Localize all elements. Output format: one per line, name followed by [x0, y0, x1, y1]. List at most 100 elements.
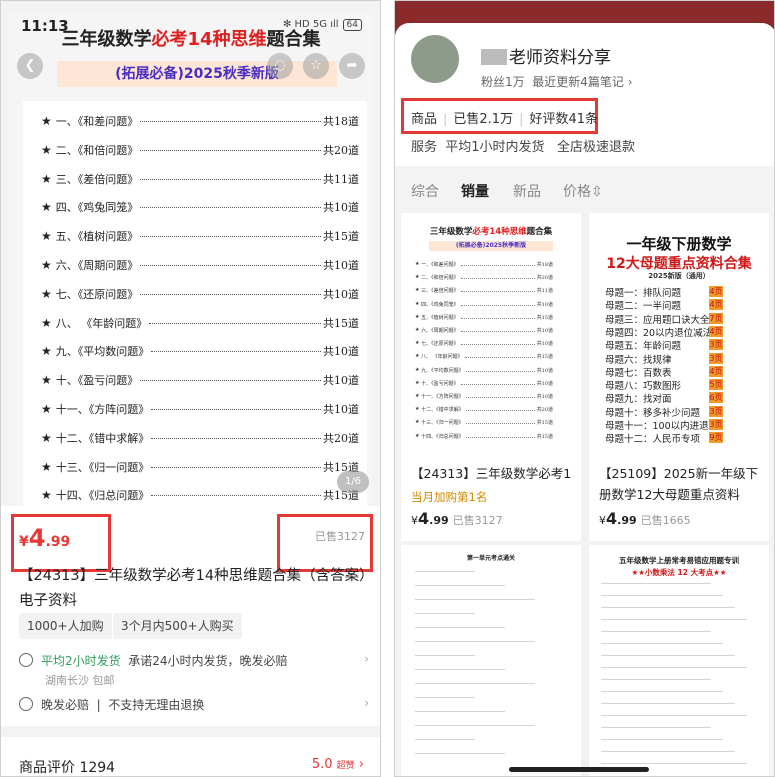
- worksheet-line: [415, 585, 505, 586]
- back-button[interactable]: ❮: [17, 53, 43, 79]
- cart-button[interactable]: ◌: [267, 53, 293, 79]
- card-thumbnail: 第一单元考点通关: [401, 545, 581, 776]
- mini-toc-row: ★ 一、《和差问题》 共18道: [415, 261, 553, 268]
- status-bar: 11:13 ✻ HD 5G ıll 64: [1, 1, 380, 49]
- shop-avatar[interactable]: [411, 35, 459, 83]
- card-thumbnail: 一年级下册数学 12大母题重点资料合集 2025新版（通用） 母题一：排队问题 4…: [589, 213, 769, 453]
- product-detail-screen: 三年级数学必考14种思维题合集 (拓展必备)2025秋季新版 ★ 一、《和差问题》…: [0, 0, 381, 777]
- worksheet-line: [415, 683, 535, 684]
- mini-toc-row: ★ 四、《鸡兔同笼》 共10道: [415, 300, 553, 308]
- shop-fans[interactable]: 粉丝1万 最近更新4篇笔记 ›: [481, 73, 633, 90]
- favorite-button[interactable]: ☆: [303, 53, 329, 79]
- page-count-tag: 4页: [709, 325, 723, 337]
- worksheet-line: [415, 641, 535, 642]
- mini-toc-row: ★ 十四、《归总问题》 共15道: [415, 432, 553, 440]
- share-button[interactable]: ➦: [339, 53, 365, 79]
- chevron-right-icon: ›: [364, 696, 369, 710]
- card-title: 【24313】三年级数学必考14种思维题合集: [411, 466, 571, 481]
- page-count-tag: 3页: [709, 419, 723, 430]
- tab-new[interactable]: 新品: [513, 181, 541, 201]
- worksheet-line: [415, 753, 505, 754]
- topic-row: 母题六：找规律: [605, 354, 672, 366]
- worksheet-line: [415, 599, 535, 600]
- mini-toc-row: ★ 五、《植树问题》 共15道: [415, 313, 553, 321]
- worksheet-line: [601, 751, 735, 752]
- product-card[interactable]: 一年级下册数学 12大母题重点资料合集 2025新版（通用） 母题一：排队问题 4…: [589, 213, 769, 541]
- toc-row: ★ 十二、《错中求解》 共20道: [41, 430, 359, 445]
- mini-toc-row: ★ 十三、《归一问题》 共15道: [415, 419, 553, 427]
- product-price: ¥4.99: [19, 524, 71, 552]
- toc-row: ★ 十、《盈亏问题》 共10道: [41, 373, 359, 388]
- worksheet-line: [601, 643, 723, 644]
- shop-name: 老师资料分享: [481, 43, 611, 68]
- worksheet-line: [415, 697, 475, 698]
- chip-cart-adds: 1000+人加购: [19, 613, 112, 639]
- worksheet-line: [601, 607, 735, 608]
- toc-row: ★ 十一、《方阵问题》 共10道: [41, 402, 359, 416]
- worksheet-line: [601, 703, 735, 704]
- worksheet-line: [601, 619, 747, 620]
- toc-row: ★ 十四、《归总问题》 共15道: [41, 488, 359, 503]
- image-pager: 1/6: [337, 471, 369, 493]
- card-rank: 当月加购第1名: [411, 490, 488, 504]
- mini-toc-row: ★ 八、 《年龄问题》 共15道: [415, 353, 553, 361]
- topic-row: 母题二：一半问题: [605, 301, 682, 313]
- home-indicator[interactable]: [509, 767, 649, 772]
- page-count-tag: 4页: [709, 365, 723, 377]
- shipping-row[interactable]: 平均2小时发货 承诺24小时内发货，晚发必赔 ›: [19, 652, 369, 669]
- guarantee-row[interactable]: 晚发必赔 | 不支持无理由退换 ›: [19, 696, 369, 713]
- page-count-tag: 7页: [709, 312, 723, 324]
- chevron-right-icon: ›: [364, 652, 369, 666]
- page-count-tag: 3页: [709, 339, 723, 351]
- worksheet-line: [601, 595, 723, 596]
- mini-toc-row: ★ 六、《周期问题》 共10道: [415, 327, 553, 334]
- product-info-section: ¥4.99 已售3127 【24313】三年级数学必考14种思维题合集（含答案）…: [1, 506, 380, 726]
- cover-subtitle: (拓展必备)2025秋季新版: [57, 61, 337, 87]
- topic-row: 母题十：移多补少问题: [605, 407, 701, 419]
- product-card[interactable]: 三年级数学必考14种思维题合集 (拓展必备)2025秋季新版 ★ 一、《和差问题…: [401, 213, 581, 541]
- shop-service: 服务 平均1小时内发货 全店极速退款: [411, 140, 635, 155]
- mini-toc-row: ★ 十一、《方阵问题》 共10道: [415, 393, 553, 400]
- mini-toc-row: ★ 二、《和倍问题》 共20道: [415, 274, 553, 282]
- mini-toc-row: ★ 九、《平均数问题》 共10道: [415, 366, 553, 374]
- worksheet-line: [601, 727, 711, 728]
- battery-icon: 64: [342, 19, 362, 31]
- page-count-tag: 4页: [709, 299, 723, 311]
- toc-row: ★ 十三、《归一问题》 共15道: [41, 459, 359, 474]
- worksheet-line: [415, 627, 505, 628]
- shop-header: 老师资料分享 粉丝1万 最近更新4篇笔记 › 商品 | 已售2.1万 | 好评数41条 …: [395, 1, 774, 166]
- worksheet-line: [601, 679, 711, 680]
- topic-row: 母题十二：人民币专项: [605, 434, 701, 446]
- worksheet-line: [415, 669, 505, 670]
- product-sold-count: 已售3127: [315, 530, 365, 543]
- worksheet-line: [601, 763, 747, 764]
- worksheet-line: [601, 739, 723, 740]
- status-icons: ✻ HD 5G ıll 64: [283, 19, 362, 31]
- product-card[interactable]: 第一单元考点通关: [401, 545, 581, 776]
- mini-toc-row: ★ 十二、《错中求解》 共20道: [415, 406, 553, 414]
- tab-sales[interactable]: 销量: [461, 181, 489, 201]
- toc-row: ★ 四、《鸡兔同笼》 共10道: [41, 200, 359, 215]
- worksheet-line: [415, 739, 475, 740]
- toc-row: ★ 七、《还原问题》 共10道: [41, 286, 359, 301]
- topic-row: 母题一：排队问题: [605, 288, 682, 299]
- tab-price[interactable]: 价格⇳: [563, 181, 603, 201]
- reviews-row[interactable]: 商品评价 1294 5.0 超赞 ›: [1, 737, 380, 776]
- page-count-tag: 5页: [709, 379, 723, 391]
- worksheet-line: [415, 725, 535, 726]
- page-count-tag: 6页: [709, 392, 723, 404]
- page-count-tag: 4页: [709, 286, 723, 297]
- mini-toc-row: ★ 十、《盈亏问题》 共10道: [415, 379, 553, 387]
- worksheet-line: [601, 667, 747, 668]
- toc-row: ★ 二、《和倍问题》 共20道: [41, 142, 359, 157]
- topic-row: 母题五：年龄问题: [605, 341, 682, 353]
- tab-comprehensive[interactable]: 综合: [411, 181, 439, 201]
- card-price: ¥4.99 已售1665: [599, 509, 691, 528]
- toc-row: ★ 五、《植树问题》 共15道: [41, 229, 359, 244]
- status-time: 11:13: [21, 17, 69, 35]
- worksheet-line: [601, 715, 747, 716]
- product-card[interactable]: 五年级数学上册常考易错应用题专训 ★★小数乘法 12 大考点★★: [589, 545, 769, 776]
- reviews-label: 商品评价 1294: [19, 760, 116, 776]
- product-cover-image[interactable]: 三年级数学必考14种思维题合集 (拓展必备)2025秋季新版 ★ 一、《和差问题》…: [9, 13, 373, 509]
- mini-toc-row: ★ 三、《差倍问题》 共11道: [415, 287, 553, 295]
